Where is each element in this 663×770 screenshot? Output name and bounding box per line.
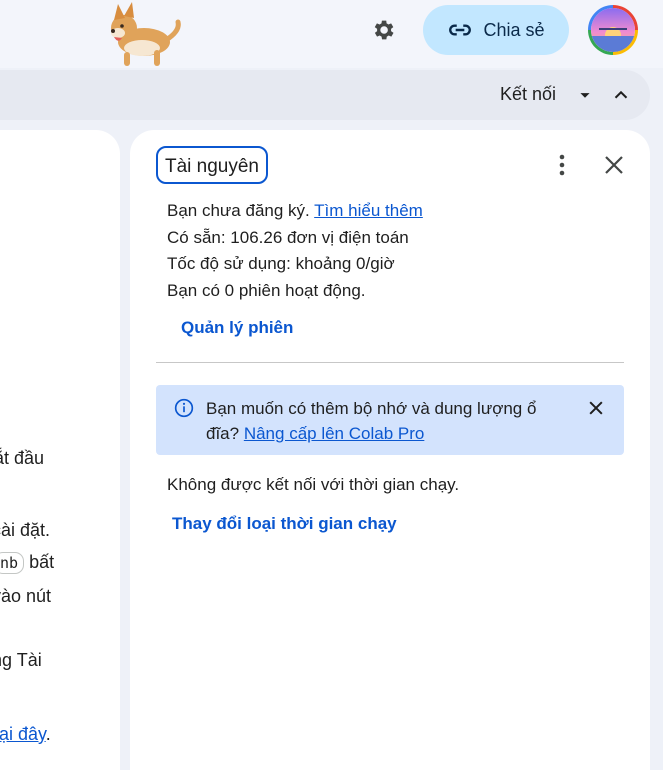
- here-link[interactable]: tại đây: [0, 724, 46, 744]
- learn-more-link[interactable]: Tìm hiểu thêm: [314, 201, 423, 220]
- runtime-status: Không được kết nối với thời gian chạy.: [167, 475, 460, 494]
- subscription-status: Bạn chưa đăng ký. Tìm hiểu thêm: [167, 201, 423, 221]
- chevron-up-icon[interactable]: [610, 84, 632, 106]
- not-subscribed-text: Bạn chưa đăng ký.: [167, 201, 310, 220]
- notebook-text-fragment: vào nút: [0, 586, 52, 606]
- manage-sessions-button[interactable]: Quản lý phiên: [181, 318, 293, 338]
- notebook-text-fragment: tại đây.: [0, 724, 51, 745]
- caret-down-icon[interactable]: [574, 84, 596, 106]
- notebook-text-fragment: bất: [29, 552, 55, 572]
- more-vert-icon[interactable]: [550, 152, 574, 178]
- notebook-text-fragment: cài đặt.: [0, 520, 51, 540]
- gear-icon: [374, 20, 394, 40]
- info-icon: [174, 398, 194, 418]
- close-icon[interactable]: [602, 152, 626, 178]
- corgi-mascot: [111, 2, 181, 66]
- upgrade-banner-text: Bạn muốn có thêm bộ nhớ và dung lượng ổ …: [206, 396, 556, 446]
- upgrade-link[interactable]: Nâng cấp lên Colab Pro: [244, 424, 425, 443]
- period-text: .: [45, 724, 51, 744]
- link-icon: [449, 24, 472, 36]
- code-chip: nb: [0, 552, 25, 574]
- usage-rate: Tốc độ sử dụng: khoảng 0/giờ: [167, 254, 395, 273]
- resources-title-button[interactable]: Tài nguyên: [156, 146, 268, 184]
- change-runtime-type-button[interactable]: Thay đổi loại thời gian chạy: [172, 514, 397, 534]
- notebook-text-fragment: ng Tài: [0, 650, 42, 670]
- active-sessions: Bạn có 0 phiên hoạt động.: [167, 281, 366, 300]
- divider: [156, 362, 624, 363]
- avatar-picture: [591, 8, 635, 52]
- connect-button[interactable]: Kết nối: [500, 84, 556, 105]
- settings-button[interactable]: [366, 13, 400, 47]
- notebook-text-fragment: ắt đầu: [0, 448, 45, 468]
- banner-close-icon[interactable]: [586, 398, 606, 418]
- share-label: Chia sẻ: [483, 19, 545, 40]
- profile-avatar[interactable]: [588, 5, 638, 55]
- share-button[interactable]: Chia sẻ: [423, 5, 569, 55]
- available-units: Có sẵn: 106.26 đơn vị điện toán: [167, 228, 409, 247]
- notebook-text-fragment: nb bất: [0, 552, 54, 574]
- avatar-image: [591, 8, 635, 52]
